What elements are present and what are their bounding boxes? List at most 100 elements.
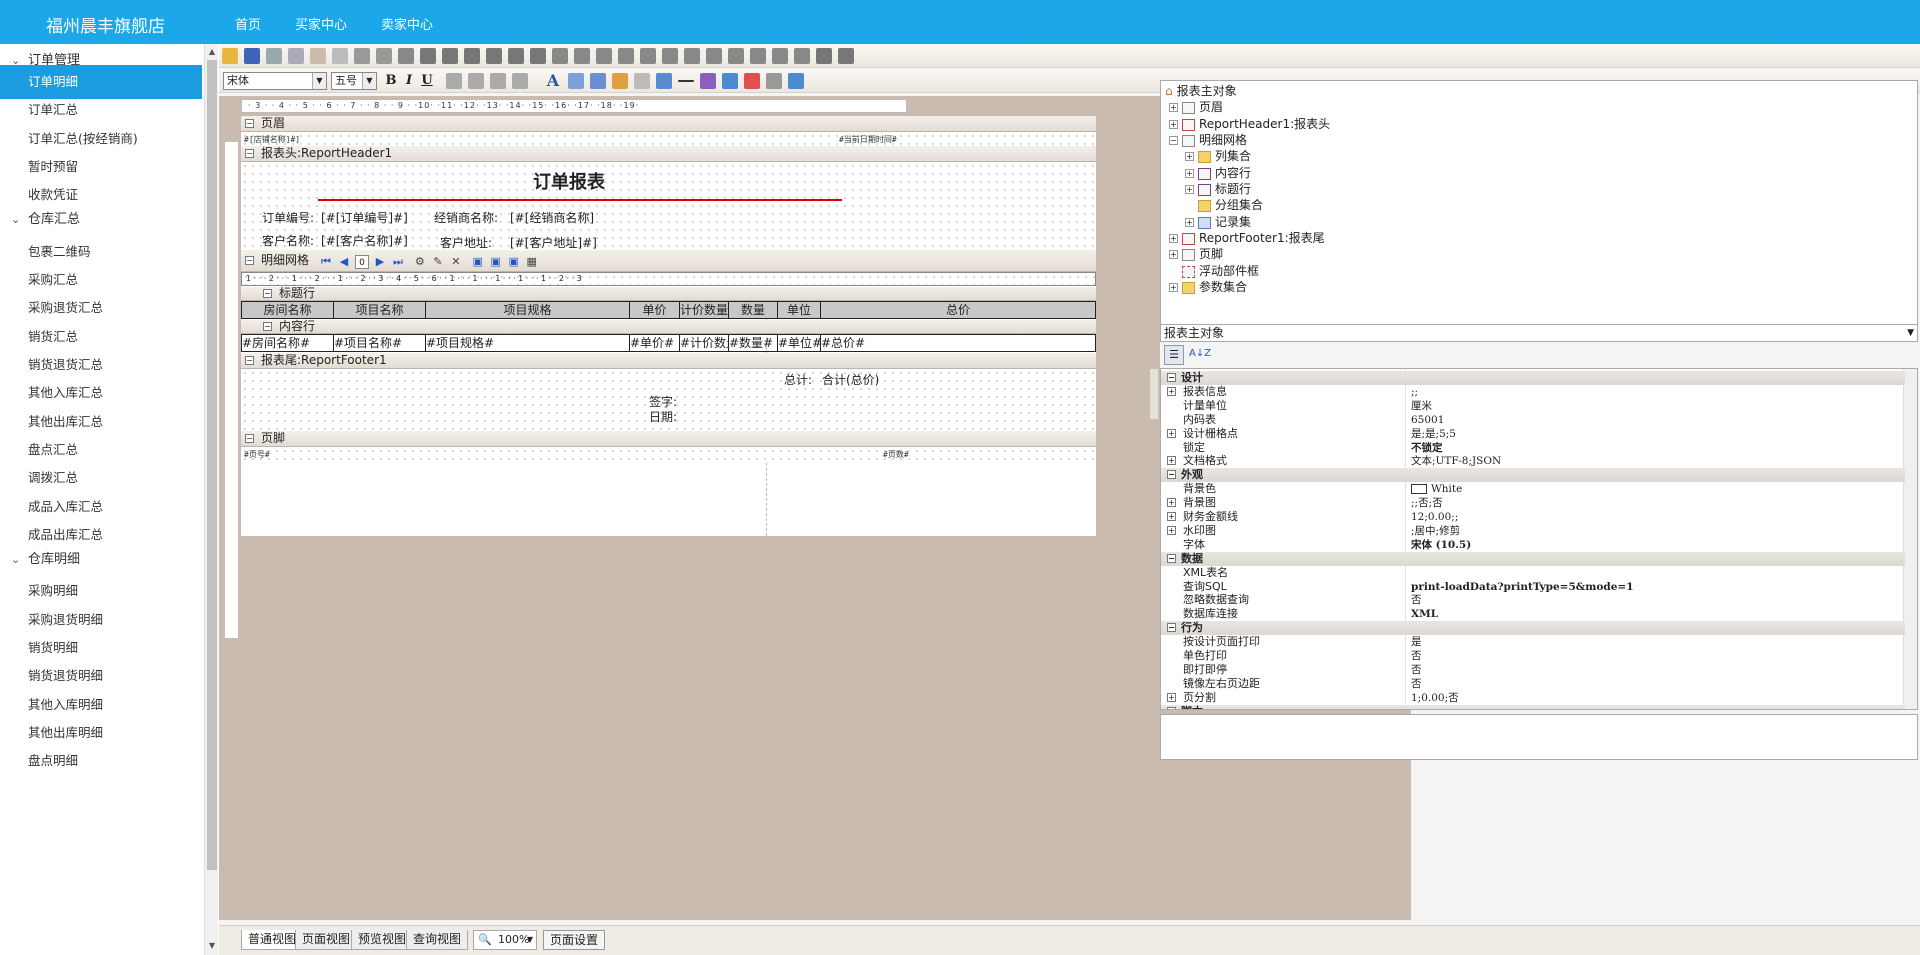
tab-query-view[interactable]: 查询视图 [406, 930, 469, 950]
sidebar-group-warehouse-detail[interactable]: ⌄ 仓库明细 [0, 543, 202, 577]
shape-icon[interactable] [656, 73, 672, 89]
band-title-row[interactable]: − 标题行 [241, 287, 1096, 301]
brand-title[interactable]: 福州晨丰旗舰店 [46, 12, 165, 37]
expand-icon[interactable]: + [1169, 234, 1178, 243]
property-value[interactable]: 是 [1411, 635, 1651, 649]
hspace-dec-icon[interactable] [684, 48, 700, 64]
align-center-icon[interactable] [442, 48, 458, 64]
band-report-footer[interactable]: − 报表尾:ReportFooter1 [241, 353, 1096, 369]
expand-icon[interactable]: + [1169, 120, 1178, 129]
expand-icon[interactable]: + [1167, 386, 1176, 396]
page-setup-button[interactable]: 页面设置 [543, 930, 606, 950]
system-var-icon[interactable] [612, 73, 628, 89]
grid-settings-icon[interactable]: ⚙ [413, 255, 427, 269]
first-record-icon[interactable]: ⏮ [319, 255, 333, 269]
image-box-icon[interactable] [568, 73, 584, 89]
tab-preview-view[interactable]: 预览视图 [351, 930, 414, 950]
customer-label[interactable]: 客户名称: [262, 232, 314, 249]
tree-node[interactable]: + 页脚 [1169, 246, 1223, 262]
expand-icon[interactable]: + [1167, 428, 1176, 438]
grid-content-row[interactable]: #房间名称# #项目名称# #项目规格# #单价# #计价数量# #数量# #单… [241, 334, 1096, 352]
tree-node[interactable]: + 页眉 [1169, 99, 1223, 115]
scroll-up-icon[interactable]: ▲ [207, 46, 217, 58]
grid-column-icon[interactable]: ✎ [431, 255, 445, 269]
vspace-icon[interactable] [728, 48, 744, 64]
scroll-down-icon[interactable]: ▼ [207, 940, 217, 952]
expand-icon[interactable]: + [1167, 692, 1176, 702]
property-row[interactable]: 内码表 65001 [1161, 413, 1905, 427]
undo-icon[interactable] [354, 48, 370, 64]
expand-icon[interactable]: + [1185, 185, 1194, 194]
vspace-zero-icon[interactable] [794, 48, 810, 64]
text-align-left-icon[interactable] [446, 73, 462, 89]
grid-cell[interactable]: #总价# [821, 335, 1095, 351]
italic-button[interactable]: I [401, 73, 417, 89]
nav-home[interactable]: 首页 [235, 14, 261, 33]
page-number-field[interactable]: #页号# [244, 449, 270, 460]
page-footer-area[interactable]: #页号# #页数# [241, 447, 1096, 461]
collapse-icon[interactable]: − [1167, 373, 1176, 382]
tree-node[interactable]: + 记录集 [1185, 214, 1251, 230]
property-value[interactable]: 宋体 (10.5) [1411, 538, 1651, 552]
props-scrollbar[interactable] [1903, 369, 1917, 709]
hspace-zero-icon[interactable] [706, 48, 722, 64]
property-value[interactable]: 65001 [1411, 413, 1651, 427]
grid-table-icon[interactable]: ▦ [525, 255, 539, 269]
dealer-field[interactable]: [#[经销商名称] [510, 209, 594, 226]
collapse-icon[interactable]: − [245, 256, 254, 265]
property-row[interactable]: 忽略数据查询 否 [1161, 593, 1905, 607]
property-category[interactable]: − 外观 [1161, 468, 1905, 483]
grid-cell[interactable]: #数量# [729, 335, 778, 351]
property-row[interactable]: + 报表信息;; [1161, 385, 1905, 399]
grid-cell[interactable]: #单位# [778, 335, 821, 351]
send-back-icon[interactable] [838, 48, 854, 64]
tree-node[interactable]: 分组集合 [1198, 197, 1263, 213]
next-record-icon[interactable]: ▶ [373, 255, 387, 269]
tree-node[interactable]: + ReportFooter1:报表尾 [1169, 230, 1325, 246]
order-no-label[interactable]: 订单编号: [262, 209, 314, 226]
total-value-field[interactable]: 合计(总价) [822, 371, 879, 388]
band-page-footer[interactable]: − 页脚 [241, 431, 1096, 447]
nav-buyer-center[interactable]: 买家中心 [295, 14, 347, 33]
vspace-dec-icon[interactable] [772, 48, 788, 64]
address-label[interactable]: 客户地址: [440, 234, 492, 251]
expand-icon[interactable]: + [1169, 250, 1178, 259]
tree-node[interactable]: − 明细网格 [1169, 132, 1247, 148]
grid-remove-icon[interactable]: ✕ [449, 255, 463, 269]
line-icon[interactable] [678, 80, 694, 82]
open-icon[interactable] [222, 48, 238, 64]
property-value[interactable]: XML [1411, 607, 1651, 621]
property-value[interactable]: 否 [1411, 593, 1651, 607]
field-box-icon[interactable] [590, 73, 606, 89]
column-header[interactable]: 单位 [778, 302, 821, 318]
align-left-icon[interactable] [420, 48, 436, 64]
property-row[interactable]: 即打即停 否 [1161, 663, 1905, 677]
align-top-icon[interactable] [486, 48, 502, 64]
column-header[interactable]: 项目名称 [334, 302, 426, 318]
select-icon[interactable] [398, 48, 414, 64]
insert-row-icon[interactable]: ▣ [489, 255, 503, 269]
hspace-inc-icon[interactable] [662, 48, 678, 64]
column-header[interactable]: 项目规格 [426, 302, 630, 318]
bold-button[interactable]: B [383, 73, 399, 89]
expand-icon[interactable]: + [1185, 169, 1194, 178]
text-justify-icon[interactable] [512, 73, 528, 89]
date-label[interactable]: 日期: [649, 408, 677, 425]
collapse-icon[interactable]: − [245, 119, 254, 128]
grid-cell[interactable]: #项目规格# [426, 335, 630, 351]
band-page-header[interactable]: − 页眉 [241, 116, 1096, 132]
collapse-icon[interactable]: − [1167, 553, 1176, 563]
column-header[interactable]: 房间名称 [242, 302, 334, 318]
property-value[interactable]: 否 [1411, 677, 1651, 691]
report-title[interactable]: 订单报表 [533, 168, 605, 194]
tree-node[interactable]: 浮动部件框 [1182, 263, 1259, 279]
collapse-icon[interactable]: − [1167, 623, 1176, 633]
report-header-area[interactable]: 订单报表 订单编号: [#[订单编号]#] 经销商名称: [#[经销商名称] 客… [241, 162, 1096, 250]
dealer-label[interactable]: 经销商名称: [434, 209, 498, 226]
tree-root[interactable]: ⌂ 报表主对象 [1165, 83, 1237, 99]
page-count-field[interactable]: #页数# [883, 449, 909, 460]
nav-seller-center[interactable]: 卖家中心 [381, 14, 433, 33]
property-value[interactable]: 厘米 [1411, 399, 1651, 413]
same-height-icon[interactable] [574, 48, 590, 64]
page-header-area[interactable]: #[店铺名称]#] #当前日期时间# [241, 132, 1096, 146]
